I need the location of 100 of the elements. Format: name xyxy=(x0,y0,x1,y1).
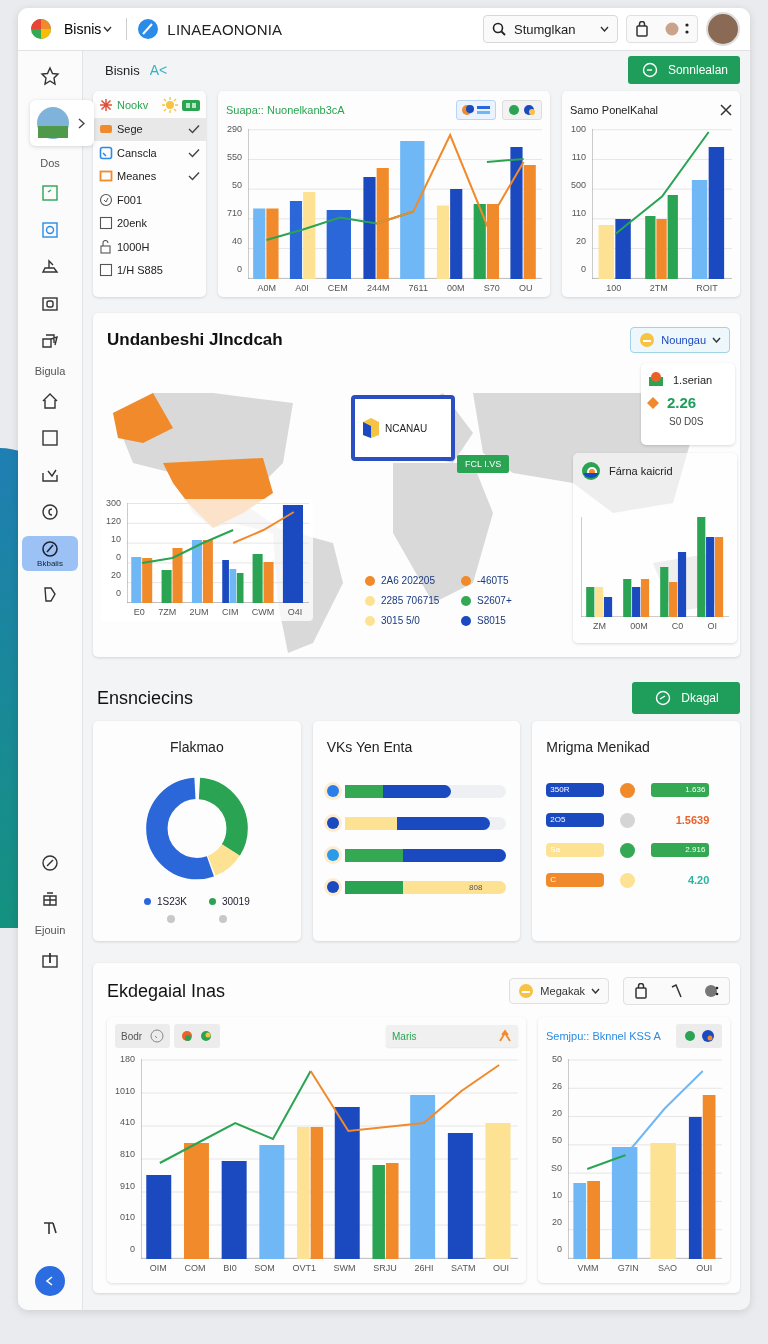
checkbox-icon xyxy=(99,216,113,231)
avatar-icon xyxy=(704,983,719,999)
caret-icon xyxy=(712,337,721,343)
pager-dot[interactable] xyxy=(218,915,227,923)
section-title: Ekdegaial Inas xyxy=(107,980,227,1002)
axis-label: 0 xyxy=(556,1244,562,1254)
axis-label: OUI xyxy=(493,1263,510,1273)
axis-label: 810 xyxy=(119,1148,136,1159)
options-button[interactable] xyxy=(502,100,542,120)
square-icon xyxy=(40,183,60,203)
bar xyxy=(660,567,669,617)
filter-option[interactable]: F001 xyxy=(93,188,206,211)
axis-label: 00M xyxy=(447,283,465,293)
filter-option[interactable]: 1000H xyxy=(93,235,206,258)
stat-caption: S0 D0S xyxy=(668,416,705,427)
clock-icon xyxy=(150,1029,165,1043)
gauge-icon xyxy=(40,539,60,559)
diamond-icon xyxy=(647,396,659,409)
square-icon xyxy=(40,428,60,448)
axis-label: 100 xyxy=(606,283,622,293)
bar xyxy=(326,210,351,279)
sidebar-heading: Dos xyxy=(40,157,60,169)
clock-icon xyxy=(40,502,60,522)
filter-option[interactable]: Meanes xyxy=(93,165,206,188)
caret-icon xyxy=(591,988,600,994)
close-icon xyxy=(720,104,732,116)
chevron-icon xyxy=(45,1276,55,1286)
clock-icon xyxy=(99,192,113,207)
axis-label: O4I xyxy=(287,607,303,617)
axis-label: SRJU xyxy=(373,1263,397,1273)
caret-icon xyxy=(600,26,609,32)
filter-chip[interactable]: Bodr xyxy=(115,1024,171,1048)
axis-label: 10 xyxy=(551,1189,562,1200)
legend-label: -460T5 xyxy=(477,575,509,586)
sidebar-heading: Ejouin xyxy=(34,924,66,936)
axis-label: 26 xyxy=(551,1081,562,1092)
filter-title: Nookv xyxy=(117,99,150,111)
pager-dot[interactable] xyxy=(166,915,175,923)
value-label: 4.20 xyxy=(686,874,710,886)
value-pill: 1.636 xyxy=(651,783,710,797)
legend-icon xyxy=(461,103,491,117)
value-pill: 350R xyxy=(546,783,605,797)
filter-option[interactable]: Sege xyxy=(93,118,206,141)
logo-icon xyxy=(30,18,52,40)
collapse-button[interactable] xyxy=(35,1266,65,1296)
axis-label: OIM xyxy=(149,1263,167,1273)
axis-label: E0 xyxy=(133,607,145,617)
axis-label: 110 xyxy=(570,152,586,162)
map-tag: FCL I.VS xyxy=(457,455,510,473)
region-dropdown[interactable]: Noungau xyxy=(630,327,730,353)
value-label: 1.5639 xyxy=(674,814,710,826)
filter-option[interactable]: Canscla xyxy=(93,141,206,164)
bar xyxy=(615,219,631,279)
legend-label: 3015 5/0 xyxy=(381,615,420,626)
section-title: Ensnciecins xyxy=(96,687,194,709)
cluster-icon xyxy=(647,371,665,389)
axis-label: 50 xyxy=(551,1054,562,1064)
search-field[interactable]: Stumglkan xyxy=(483,15,618,43)
axis-label: 2UM xyxy=(189,607,209,617)
check-icon xyxy=(188,124,200,135)
search-input[interactable]: Stumglkan xyxy=(512,20,594,38)
axis-label: 10 xyxy=(110,534,121,544)
period-dropdown[interactable]: Megakak xyxy=(509,978,609,1004)
axis-label: 300 xyxy=(105,498,121,508)
axis-label: A0M xyxy=(257,283,277,293)
legend-label: 30019 xyxy=(221,896,250,907)
axis-label: A0I xyxy=(295,283,309,293)
chevron-icon xyxy=(78,117,85,129)
options-button[interactable] xyxy=(174,1024,221,1048)
axis-label: OU xyxy=(518,283,533,293)
axis-label: 290 xyxy=(226,124,242,134)
chart-title: Samo PonelKahal xyxy=(570,104,659,116)
axis-label: BI0 xyxy=(223,1263,237,1273)
download-icon xyxy=(40,950,60,970)
filter-option[interactable]: 1/H S885 xyxy=(93,259,206,282)
axis-label: 0 xyxy=(129,1243,136,1254)
package-label: NCANAU xyxy=(385,422,428,434)
bar xyxy=(656,219,667,279)
options-button[interactable] xyxy=(676,1024,722,1048)
profile-avatar[interactable] xyxy=(706,12,740,46)
square-icon xyxy=(40,220,60,240)
axis-label: 100 xyxy=(570,124,586,134)
axis-label: ZM xyxy=(593,621,607,631)
axis-label: 410 xyxy=(119,1117,136,1128)
axis-label: 0 xyxy=(236,264,242,274)
workspace-menu[interactable]: Bisnis xyxy=(60,21,117,37)
sidebar-item[interactable]: Bkbaiis xyxy=(22,536,78,571)
legend-label: 2A6 202205 xyxy=(381,575,435,586)
profile-switcher[interactable] xyxy=(30,100,94,146)
axis-label: 500 xyxy=(570,180,586,190)
axis-label: CEM xyxy=(327,283,348,293)
axis-label: 0 xyxy=(580,264,586,274)
axis-label: CWM xyxy=(251,607,275,617)
axis-label: 0 xyxy=(115,588,121,598)
legend-button[interactable] xyxy=(456,100,496,120)
hook-icon xyxy=(669,983,684,999)
axis-label: 20 xyxy=(551,1216,562,1227)
stat-label: 1.serian xyxy=(673,374,713,386)
coin-icon xyxy=(639,332,656,348)
filter-option[interactable]: 20enk xyxy=(93,212,206,235)
